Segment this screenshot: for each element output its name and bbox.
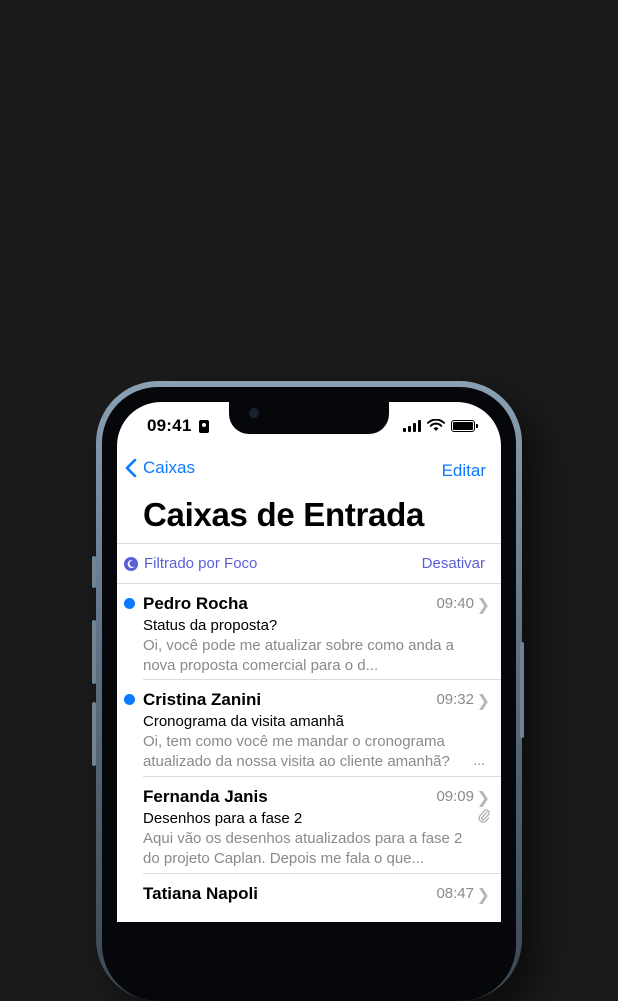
chevron-right-icon: ❯: [476, 887, 490, 904]
disable-filter-button[interactable]: Desativar: [422, 555, 485, 572]
mail-sender: Tatiana Napoli: [143, 884, 258, 903]
mail-sender: Cristina Zanini: [143, 690, 262, 709]
volume-down-button: [92, 702, 96, 766]
mail-sender: Pedro Rocha: [143, 594, 248, 613]
more-indicator: ...: [473, 752, 485, 768]
power-button: [520, 642, 524, 738]
mail-item[interactable]: Fernanda Janis 09:09 ❯ Desenhos para a f…: [117, 777, 501, 873]
notch: [229, 402, 389, 434]
page-title: Caixas de Entrada: [143, 496, 425, 533]
signal-icon: [403, 419, 421, 432]
mail-time: 08:47: [436, 885, 474, 902]
volume-up-button: [92, 620, 96, 684]
focus-filter-label: Filtrado por Foco: [144, 555, 258, 572]
mail-time: 09:09: [436, 788, 474, 805]
mail-time: 09:32: [436, 691, 474, 708]
mail-preview: Oi, tem como você me mandar o cronograma…: [143, 733, 450, 770]
chevron-right-icon: ❯: [476, 597, 490, 614]
chevron-right-icon: ❯: [476, 790, 490, 807]
chevron-left-icon: [125, 458, 137, 478]
front-camera: [249, 408, 259, 418]
wifi-icon: [427, 419, 445, 431]
mail-subject: Status da proposta?: [143, 617, 278, 634]
mail-preview: Oi, você pode me atualizar sobre como an…: [143, 637, 455, 674]
mail-preview: Aqui vão os desenhos atualizados para a …: [143, 830, 463, 867]
contact-card-icon: [199, 420, 209, 433]
unread-dot: [124, 598, 135, 609]
back-label: Caixas: [143, 458, 195, 477]
mail-item[interactable]: Cristina Zanini 09:32 ❯ Cronograma da vi…: [117, 680, 501, 776]
mail-subject: Desenhos para a fase 2: [143, 810, 303, 827]
status-icons: [403, 419, 478, 432]
phone-screen: 09:41 Caixas Editar Caixas de Entrada Fi…: [117, 402, 501, 922]
mute-switch: [92, 556, 96, 588]
mail-subject: Cronograma da visita amanhã: [143, 713, 344, 730]
mail-time: 09:40: [436, 595, 474, 612]
mail-sender: Fernanda Janis: [143, 787, 268, 806]
edit-button[interactable]: Editar: [442, 461, 486, 481]
back-button[interactable]: Caixas: [125, 458, 195, 478]
status-time: 09:41: [147, 416, 192, 435]
moon-icon: [124, 557, 138, 571]
chevron-right-icon: ❯: [476, 693, 490, 710]
unread-dot: [124, 694, 135, 705]
mail-item[interactable]: Pedro Rocha 09:40 ❯ Status da proposta? …: [117, 584, 501, 680]
mail-item[interactable]: Tatiana Napoli 08:47 ❯: [117, 874, 501, 922]
paperclip-icon: [478, 809, 490, 826]
focus-filter-banner: Filtrado por Foco Desativar: [117, 544, 501, 584]
battery-icon: [451, 419, 478, 432]
